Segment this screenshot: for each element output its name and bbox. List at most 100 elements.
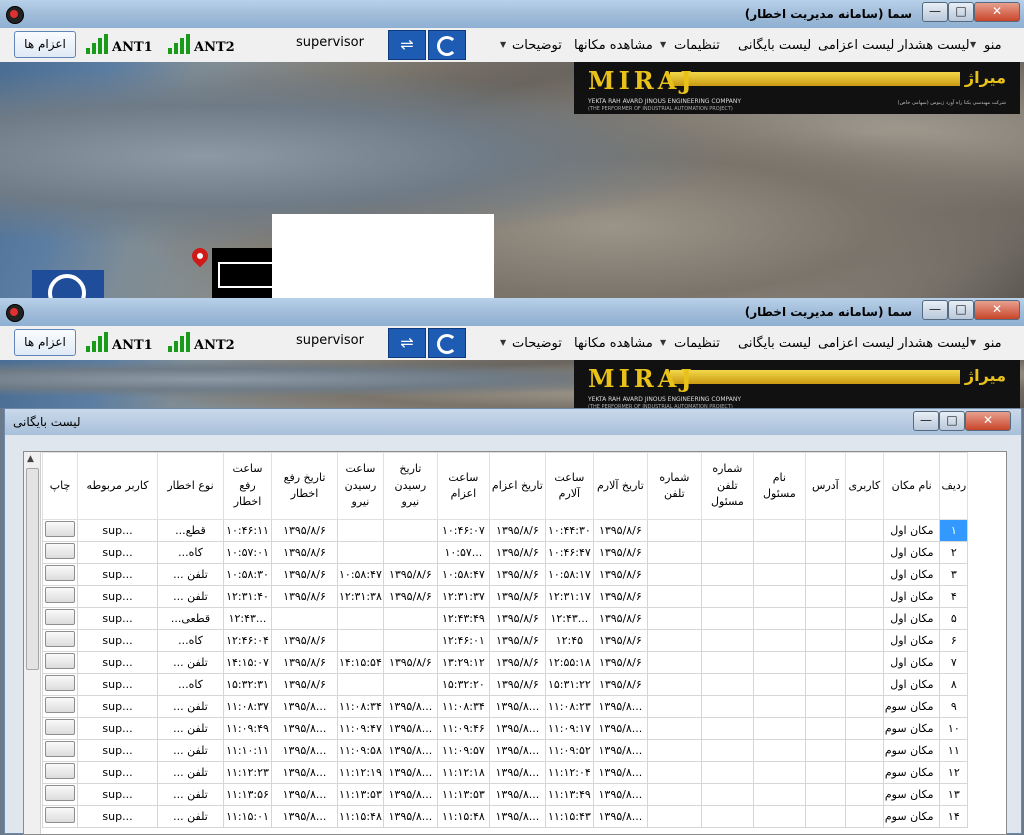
table-row[interactable]: ۳ مکان اول ۱۳۹۵/۸/۶ ۱۰:۵۸:۱۷ ۱۳۹۵/۸/۶ ۱۰:۵۸:۴…: [42, 563, 969, 586]
col-owner-phone-header[interactable]: شماره تلفن مسئول: [700, 452, 754, 520]
col-phone-header[interactable]: شماره تلفن: [646, 452, 702, 520]
table-row[interactable]: ۱۰ مکان سوم ...۱۳۹۵/۸ ۱۱:۰۹:۱۷ ...۱۳۹۵/۸ ۱۱:۰…: [42, 717, 969, 740]
col-owner-header[interactable]: نام مسئول: [752, 452, 806, 520]
col-resolve-date-header[interactable]: تاریخ رفع اخطار: [271, 452, 338, 520]
col-alarm-time-header[interactable]: ساعت آلارم: [544, 452, 594, 520]
col-resolve-time-cell: ۱۲:۴۶:۰۴: [223, 629, 272, 652]
col-alarm-time-cell: ۱۱:۱۲:۰۴: [544, 761, 594, 784]
col-address-header[interactable]: آدرس: [804, 452, 846, 520]
col-alert-type-cell: تلفن ...: [157, 739, 224, 762]
refresh-icon[interactable]: [428, 30, 466, 60]
print-button[interactable]: [45, 543, 75, 559]
table-row[interactable]: ۱ مکان اول ۱۳۹۵/۸/۶ ۱۰:۴۴:۳۰ ۱۳۹۵/۸/۶ ۱۰:۴۶:۰…: [42, 519, 969, 542]
table-row[interactable]: ۱۱ مکان سوم ...۱۳۹۵/۸ ۱۱:۰۹:۵۲ ...۱۳۹۵/۸ ۱۱:۰…: [42, 739, 969, 762]
table-row[interactable]: ۲ مکان اول ۱۳۹۵/۸/۶ ۱۰:۴۶:۴۷ ۱۳۹۵/۸/۶ ...۱۰:۵…: [42, 541, 969, 564]
maximize-button[interactable]: □: [948, 300, 974, 320]
print-button[interactable]: [45, 565, 75, 581]
print-button[interactable]: [45, 719, 75, 735]
refresh-icon[interactable]: [428, 328, 466, 358]
col-arrival-date-header[interactable]: تاریخ رسیدن نیرو: [382, 452, 438, 520]
print-button[interactable]: [45, 697, 75, 713]
dialog-close-button[interactable]: ✕: [965, 411, 1011, 431]
col-resolve-date-cell: ...۱۳۹۵/۸: [271, 717, 338, 740]
col-user-header[interactable]: کاربر مربوطه: [77, 452, 158, 520]
menu-view-places[interactable]: مشاهده مکانها: [574, 38, 653, 53]
close-button[interactable]: ✕: [974, 2, 1020, 22]
col-arrival-time-header[interactable]: ساعت رسیدن نیرو: [337, 452, 384, 520]
table-row[interactable]: ۱۳ مکان سوم ...۱۳۹۵/۸ ۱۱:۱۳:۴۹ ...۱۳۹۵/۸ ۱۱:۱…: [42, 783, 969, 806]
table-row[interactable]: ۱۴ مکان سوم ...۱۳۹۵/۸ ۱۱:۱۵:۴۳ ...۱۳۹۵/۸ ۱۱:۱…: [42, 805, 969, 828]
chevron-down-icon: ▼: [660, 338, 667, 347]
dispatch-button[interactable]: اعزام ها: [14, 329, 76, 356]
dialog-maximize-button[interactable]: □: [939, 411, 965, 431]
menu-settings[interactable]: تنظیمات: [674, 336, 720, 351]
table-row[interactable]: ۸ مکان اول ۱۳۹۵/۸/۶ ۱۵:۳۱:۲۲ ۱۳۹۵/۸/۶ ۱۵:۳۲:۲…: [42, 673, 969, 696]
company-logo: MIRAJ میراژ YEKTA RAH AVARD JINOUS ENGIN…: [574, 360, 1020, 408]
table-row[interactable]: ۶ مکان اول ۱۳۹۵/۸/۶ ۱۲:۴۵ ۱۳۹۵/۸/۶ ۱۲:۴۶:۰۱ ۱۳…: [42, 629, 969, 652]
print-button[interactable]: [45, 521, 75, 537]
col-resolve-date-cell: ۱۳۹۵/۸/۶: [271, 651, 338, 674]
map-marker-box[interactable]: [212, 248, 274, 298]
print-button[interactable]: [45, 587, 75, 603]
col-dispatch-date-cell: ۱۳۹۵/۸/۶: [488, 607, 546, 630]
print-button[interactable]: [45, 785, 75, 801]
map-control-icon[interactable]: [32, 270, 104, 298]
print-button[interactable]: [45, 741, 75, 757]
col-dispatch-time-header[interactable]: ساعت اعزام: [436, 452, 490, 520]
dispatch-button[interactable]: اعزام ها: [14, 31, 76, 58]
print-button[interactable]: [45, 807, 75, 823]
menu-dispatch-list[interactable]: لیست اعزامی: [818, 38, 894, 53]
col-alarm-time-cell: ۱۰:۴۴:۳۰: [544, 519, 594, 542]
menu-main[interactable]: منو: [984, 336, 1002, 351]
dialog-minimize-button[interactable]: —: [913, 411, 939, 431]
print-button[interactable]: [45, 653, 75, 669]
col-dispatch-date-header[interactable]: تاریخ اعزام: [488, 452, 546, 520]
menu-archive-list[interactable]: لیست بایگانی: [738, 336, 811, 351]
col-place-header[interactable]: نام مکان: [882, 452, 941, 520]
menu-help[interactable]: توضیحات: [512, 336, 562, 351]
logo-subtitle-2: (THE PERFORMER OF INDUSTRIAL AUTOMATION …: [588, 106, 733, 112]
minimize-button[interactable]: —: [922, 300, 948, 320]
col-print-header[interactable]: چاپ: [42, 452, 78, 520]
close-button[interactable]: ✕: [974, 300, 1020, 320]
col-alert-type-header[interactable]: نوع اخطار: [157, 452, 224, 520]
table-row[interactable]: ۹ مکان سوم ...۱۳۹۵/۸ ۱۱:۰۸:۲۳ ...۱۳۹۵/۸ ۱۱:۰۸…: [42, 695, 969, 718]
print-button[interactable]: [45, 763, 75, 779]
table-row[interactable]: ۷ مکان اول ۱۳۹۵/۸/۶ ۱۲:۵۵:۱۸ ۱۳۹۵/۸/۶ ۱۳:۲۹:۱…: [42, 651, 969, 674]
minimize-button[interactable]: —: [922, 2, 948, 22]
col-usage-header[interactable]: کاربری: [844, 452, 884, 520]
satellite-map[interactable]: MIRAJ میراژ YEKTA RAH AVARD JINOUS ENGIN…: [0, 360, 1024, 408]
location-pin-icon[interactable]: [188, 244, 212, 268]
col-owner-phone-cell: [700, 541, 754, 564]
col-address-cell: [804, 805, 846, 828]
col-resolve-time-header[interactable]: ساعت رفع اخطار: [223, 452, 272, 520]
col-alarm-date-header[interactable]: تاریخ آلارم: [592, 452, 648, 520]
menu-main[interactable]: منو: [984, 38, 1002, 53]
scroll-thumb[interactable]: [26, 468, 39, 670]
col-user-cell: ...sup: [77, 717, 158, 740]
table-row[interactable]: ۴ مکان اول ۱۳۹۵/۸/۶ ۱۲:۳۱:۱۷ ۱۳۹۵/۸/۶ ۱۲:۳۱:۳…: [42, 585, 969, 608]
print-button[interactable]: [45, 609, 75, 625]
usb-icon[interactable]: ⇌: [388, 328, 426, 358]
col-row-header[interactable]: ردیف: [939, 452, 969, 520]
menu-archive-list[interactable]: لیست بایگانی: [738, 38, 811, 53]
col-usage-cell: [844, 585, 884, 608]
menu-alert-list[interactable]: لیست هشدار: [898, 38, 970, 53]
print-button[interactable]: [45, 631, 75, 647]
menu-alert-list[interactable]: لیست هشدار: [898, 336, 970, 351]
usb-icon[interactable]: ⇌: [388, 30, 426, 60]
col-resolve-date-cell: ۱۳۹۵/۸/۶: [271, 541, 338, 564]
col-dispatch-time-cell: ۱۱:۱۳:۵۳: [436, 783, 490, 806]
menu-help[interactable]: توضیحات: [512, 38, 562, 53]
menu-view-places[interactable]: مشاهده مکانها: [574, 336, 653, 351]
table-row[interactable]: ۵ مکان اول ۱۳۹۵/۸/۶ ...۱۲:۴۳ ۱۳۹۵/۸/۶ ۱۲:۴۳:۴…: [42, 607, 969, 630]
table-row[interactable]: ۱۲ مکان سوم ...۱۳۹۵/۸ ۱۱:۱۲:۰۴ ...۱۳۹۵/۸ ۱۱:۱…: [42, 761, 969, 784]
col-place-cell: مکان اول: [882, 541, 941, 564]
menu-dispatch-list[interactable]: لیست اعزامی: [818, 336, 894, 351]
print-button[interactable]: [45, 675, 75, 691]
menu-settings[interactable]: تنظیمات: [674, 38, 720, 53]
satellite-map[interactable]: MIRAJ میراژ YEKTA RAH AVARD JINOUS ENGIN…: [0, 62, 1024, 298]
scroll-up-icon[interactable]: ▲: [27, 454, 34, 464]
maximize-button[interactable]: □: [948, 2, 974, 22]
vertical-scrollbar[interactable]: ▲: [24, 452, 41, 834]
